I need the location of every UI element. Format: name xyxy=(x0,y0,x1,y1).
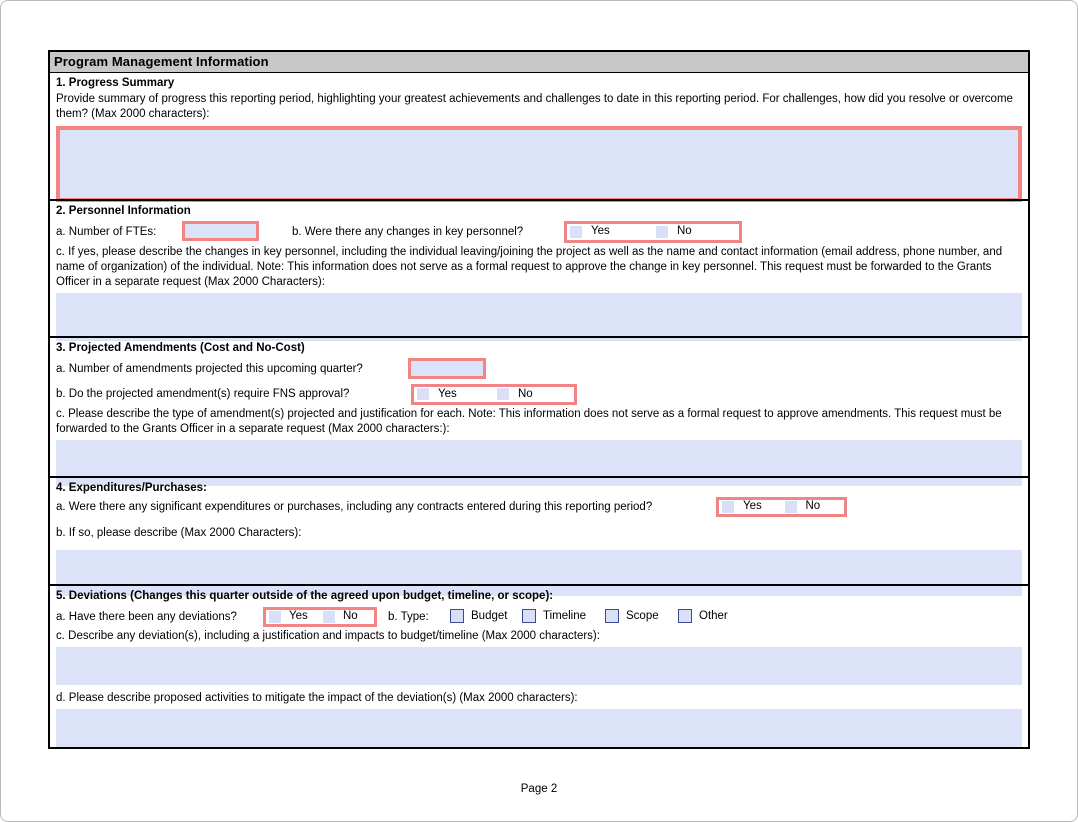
section4-b-label: b. If so, please describe (Max 2000 Char… xyxy=(56,526,1022,541)
other-checkbox-label: Other xyxy=(699,609,728,624)
amendments-count-label: a. Number of amendments projected this u… xyxy=(56,362,363,377)
checkbox-icon[interactable] xyxy=(497,388,509,400)
expenditures-no-option[interactable]: No xyxy=(782,500,845,514)
checkbox-icon[interactable] xyxy=(417,388,429,400)
key-personnel-changes-textarea[interactable] xyxy=(56,293,1022,341)
fns-approval-no-option[interactable]: No xyxy=(494,387,574,402)
section-expenditures-purchases: 4. Expenditures/Purchases: a. Were there… xyxy=(50,476,1028,584)
key-personnel-yes-option[interactable]: Yes xyxy=(567,224,653,240)
checkbox-icon[interactable] xyxy=(522,609,536,623)
yes-option-label: Yes xyxy=(743,499,762,514)
progress-summary-textarea[interactable] xyxy=(56,126,1022,202)
expenditures-question-label: a. Were there any significant expenditur… xyxy=(56,500,652,515)
section-deviations: 5. Deviations (Changes this quarter outs… xyxy=(50,584,1028,747)
section2-title: 2. Personnel Information xyxy=(56,204,1022,219)
section3-title: 3. Projected Amendments (Cost and No-Cos… xyxy=(56,341,1022,356)
deviation-type-scope[interactable]: Scope xyxy=(605,609,659,624)
yes-option-label: Yes xyxy=(438,387,457,402)
yes-option-label: Yes xyxy=(289,609,308,624)
yes-option-label: Yes xyxy=(591,224,610,239)
timeline-checkbox-label: Timeline xyxy=(543,609,586,624)
ftes-input[interactable] xyxy=(182,221,259,241)
section5-d-label: d. Please describe proposed activities t… xyxy=(56,691,1022,706)
fns-approval-question-label: b. Do the projected amendment(s) require… xyxy=(56,387,349,402)
section3-c-description: c. Please describe the type of amendment… xyxy=(56,407,1022,437)
key-personnel-no-option[interactable]: No xyxy=(653,224,739,240)
checkbox-icon[interactable] xyxy=(678,609,692,623)
checkbox-icon[interactable] xyxy=(570,226,582,238)
section1-description: Provide summary of progress this reporti… xyxy=(56,92,1022,122)
checkbox-icon[interactable] xyxy=(785,501,797,513)
fns-approval-yes-option[interactable]: Yes xyxy=(414,387,494,402)
section2-c-description: c. If yes, please describe the changes i… xyxy=(56,245,1022,290)
program-management-form: Program Management Information 1. Progre… xyxy=(48,50,1030,749)
section4-title: 4. Expenditures/Purchases: xyxy=(56,481,1022,496)
section-personnel-information: 2. Personnel Information a. Number of FT… xyxy=(50,199,1028,336)
deviation-type-label: b. Type: xyxy=(388,610,429,625)
mitigation-activities-textarea[interactable] xyxy=(56,709,1022,747)
key-personnel-question-label: b. Were there any changes in key personn… xyxy=(292,225,523,240)
deviation-type-timeline[interactable]: Timeline xyxy=(522,609,586,624)
no-option-label: No xyxy=(677,224,692,239)
checkbox-icon[interactable] xyxy=(722,501,734,513)
checkbox-icon[interactable] xyxy=(450,609,464,623)
deviation-type-budget[interactable]: Budget xyxy=(450,609,507,624)
checkbox-icon[interactable] xyxy=(323,611,335,623)
checkbox-icon[interactable] xyxy=(269,611,281,623)
section5-title: 5. Deviations (Changes this quarter outs… xyxy=(56,589,1022,604)
page-number: Page 2 xyxy=(0,783,1078,795)
ftes-label: a. Number of FTEs: xyxy=(56,225,156,240)
section5-c-label: c. Describe any deviation(s), including … xyxy=(56,629,1022,644)
key-personnel-yes-no-group: Yes No xyxy=(564,221,742,243)
deviation-type-other[interactable]: Other xyxy=(678,609,728,624)
deviation-description-textarea[interactable] xyxy=(56,647,1022,685)
section-projected-amendments: 3. Projected Amendments (Cost and No-Cos… xyxy=(50,336,1028,476)
form-section-header: Program Management Information xyxy=(50,52,1028,73)
fns-approval-yes-no-group: Yes No xyxy=(411,384,577,405)
no-option-label: No xyxy=(806,499,821,514)
deviations-question-label: a. Have there been any deviations? xyxy=(56,610,237,625)
expenditures-yes-option[interactable]: Yes xyxy=(719,500,782,514)
expenditures-yes-no-group: Yes No xyxy=(716,497,847,517)
scope-checkbox-label: Scope xyxy=(626,609,659,624)
budget-checkbox-label: Budget xyxy=(471,609,507,624)
deviations-yes-no-group: Yes No xyxy=(263,607,377,627)
section1-title: 1. Progress Summary xyxy=(56,76,1022,91)
no-option-label: No xyxy=(343,609,358,624)
checkbox-icon[interactable] xyxy=(605,609,619,623)
deviations-no-option[interactable]: No xyxy=(320,610,374,624)
no-option-label: No xyxy=(518,387,533,402)
amendments-count-input[interactable] xyxy=(408,358,486,379)
deviations-yes-option[interactable]: Yes xyxy=(266,610,320,624)
checkbox-icon[interactable] xyxy=(656,226,668,238)
section-progress-summary: 1. Progress Summary Provide summary of p… xyxy=(50,73,1028,199)
